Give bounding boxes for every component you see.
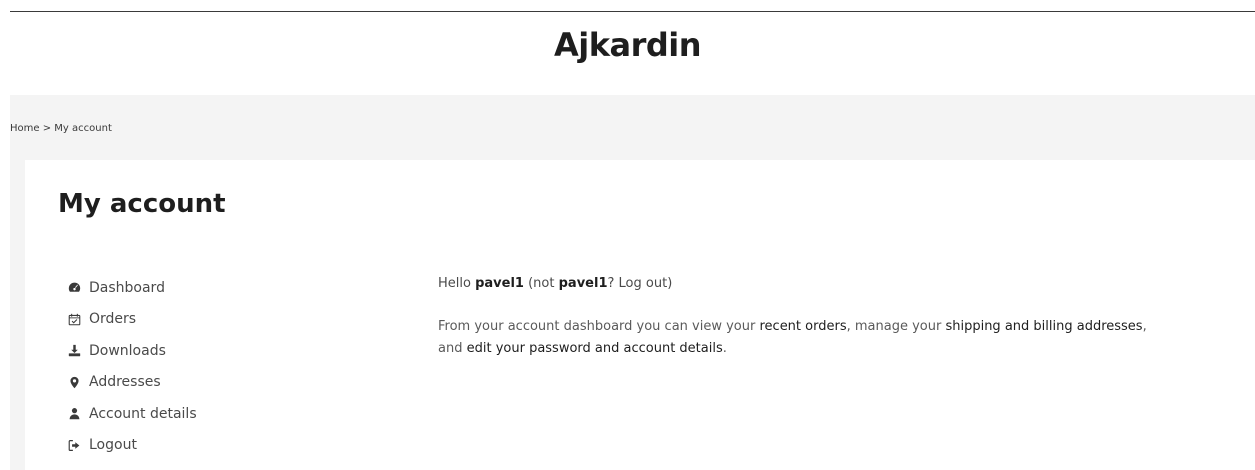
nav-item-account-details[interactable]: Account details — [68, 398, 197, 430]
nav-item-label: Logout — [89, 437, 137, 454]
addresses-link[interactable]: shipping and billing addresses — [945, 319, 1142, 334]
account-navigation: Dashboard Orders Downloads Addresses Acc… — [68, 272, 197, 461]
user-icon — [68, 407, 81, 420]
nav-item-label: Downloads — [89, 342, 166, 359]
desc-part-1: From your account dashboard you can view… — [438, 319, 756, 334]
dashboard-description: From your account dashboard you can view… — [438, 316, 1158, 360]
nav-item-orders[interactable]: Orders — [68, 304, 197, 336]
nav-item-label: Account details — [89, 405, 197, 422]
site-title[interactable]: Ajkardin — [0, 26, 1255, 64]
breadcrumb-current: My account — [54, 123, 112, 134]
logout-link[interactable]: Log out — [619, 276, 668, 291]
map-marker-icon — [68, 376, 81, 389]
nav-item-addresses[interactable]: Addresses — [68, 367, 197, 399]
recent-orders-link[interactable]: recent orders — [759, 319, 846, 334]
nav-item-logout[interactable]: Logout — [68, 430, 197, 462]
desc-part-2: , manage your — [846, 319, 942, 334]
nav-item-downloads[interactable]: Downloads — [68, 335, 197, 367]
download-icon — [68, 344, 81, 357]
nav-item-dashboard[interactable]: Dashboard — [68, 272, 197, 304]
username: pavel1 — [475, 276, 524, 291]
close-paren: ) — [667, 276, 673, 291]
not-text: (not — [528, 276, 555, 291]
nav-item-label: Addresses — [89, 374, 161, 391]
hello-text: Hello — [438, 276, 471, 291]
username-again: pavel1 — [558, 276, 608, 291]
welcome-message: Hello pavel1 (not pavel1? Log out) — [438, 276, 672, 291]
nav-item-label: Dashboard — [89, 279, 165, 296]
question-mark: ? — [607, 276, 615, 291]
breadcrumb: Home > My account — [10, 123, 112, 134]
sign-out-icon — [68, 439, 81, 452]
page-title: My account — [58, 189, 226, 219]
edit-account-link[interactable]: edit your password and account details — [467, 341, 723, 356]
top-divider — [10, 11, 1255, 12]
nav-item-label: Orders — [89, 311, 137, 328]
calendar-check-icon — [68, 313, 81, 326]
dashboard-icon — [68, 281, 81, 294]
desc-part-4: . — [722, 341, 727, 356]
breadcrumb-separator: > — [42, 123, 52, 134]
breadcrumb-home-link[interactable]: Home — [10, 123, 40, 134]
